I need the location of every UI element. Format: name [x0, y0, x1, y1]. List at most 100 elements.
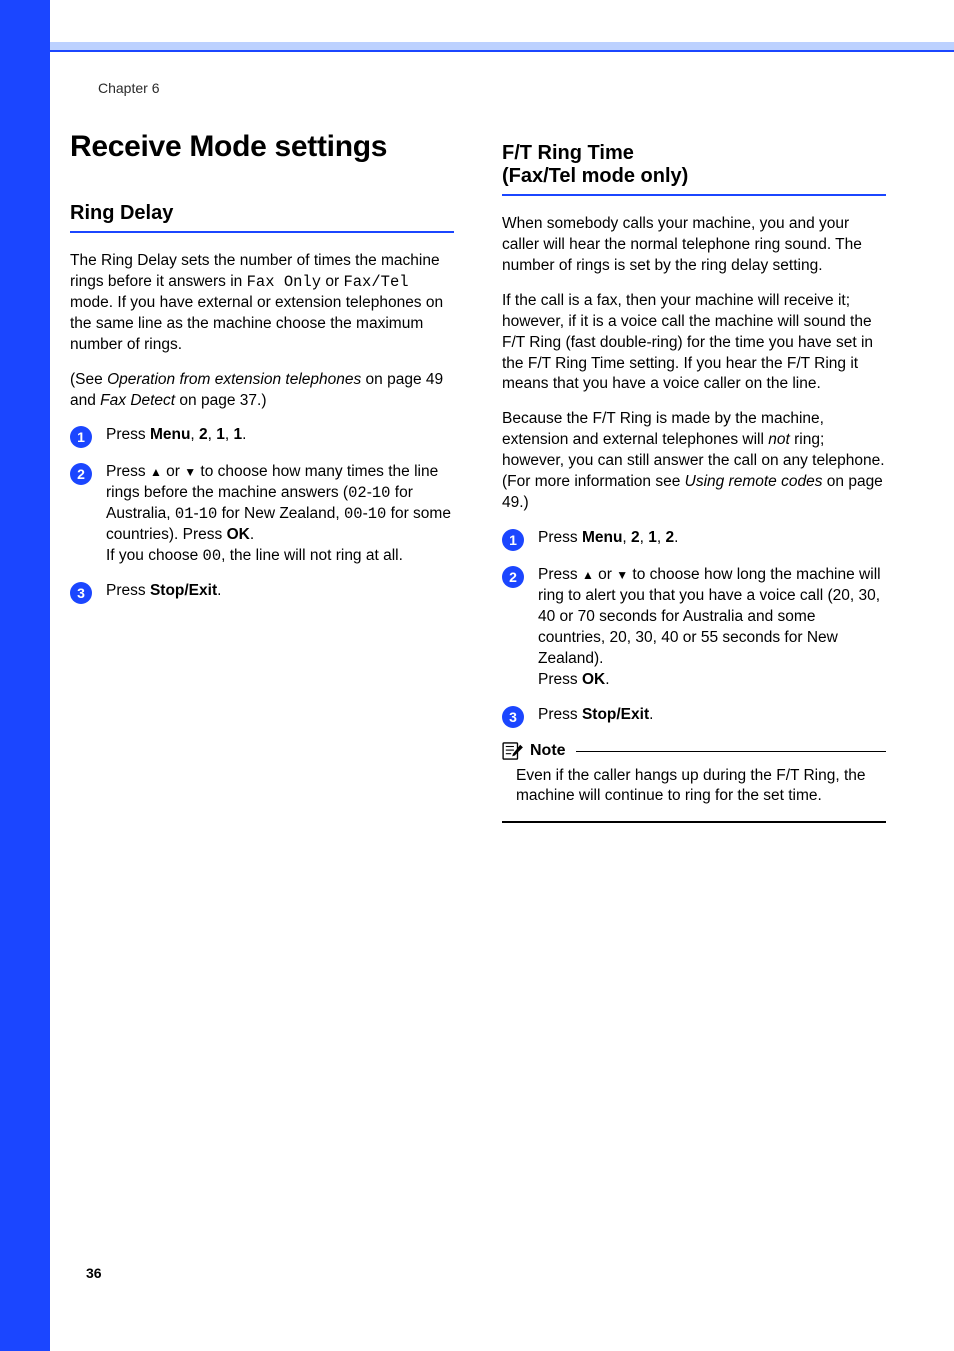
mono-text: 01	[175, 505, 194, 523]
step-body: Press ▲ or ▼ to choose how many times th…	[106, 462, 454, 567]
heading-line2: (Fax/Tel mode only)	[502, 165, 688, 187]
text: ,	[657, 529, 666, 546]
step-body: Press Stop/Exit.	[538, 705, 886, 726]
right-step-1: 1 Press Menu, 2, 1, 2.	[502, 528, 886, 551]
left-step-1: 1 Press Menu, 2, 1, 1.	[70, 425, 454, 448]
text: .	[605, 671, 609, 688]
section-rule	[70, 231, 454, 233]
key-digit: 2	[631, 529, 640, 546]
text: Press	[106, 463, 150, 480]
note-bottom-rule	[502, 821, 886, 823]
right-column: F/T Ring Time (Fax/Tel mode only) When s…	[502, 130, 886, 823]
text: ,	[640, 529, 649, 546]
step-body: Press Menu, 2, 1, 2.	[538, 528, 886, 549]
up-arrow-icon: ▲	[150, 465, 162, 479]
text: ,	[208, 426, 217, 443]
mono-text: 10	[368, 505, 387, 523]
key-digit: 1	[216, 426, 225, 443]
text: Press	[538, 566, 582, 583]
key-digit: 1	[234, 426, 243, 443]
text: .	[217, 582, 221, 599]
text: .	[250, 526, 254, 543]
right-step-3: 3 Press Stop/Exit.	[502, 705, 886, 728]
text: .	[674, 529, 678, 546]
content-columns: Receive Mode settings Ring Delay The Rin…	[70, 130, 886, 823]
mono-text: 10	[372, 484, 391, 502]
header-rule	[50, 50, 954, 52]
xref: Using remote codes	[685, 473, 823, 490]
section-ft-ring: F/T Ring Time (Fax/Tel mode only)	[502, 142, 886, 188]
text: Press	[538, 671, 582, 688]
step-badge-1: 1	[70, 426, 92, 448]
note-box: Note Even if the caller hangs up during …	[502, 742, 886, 823]
text: or	[162, 463, 184, 480]
mono-text: 00	[344, 505, 363, 523]
text: ,	[225, 426, 234, 443]
text: Press	[106, 582, 150, 599]
step-badge-2: 2	[502, 566, 524, 588]
text: ,	[622, 529, 631, 546]
key-digit: 1	[648, 529, 657, 546]
left-step-3: 3 Press Stop/Exit.	[70, 581, 454, 604]
text: for New Zealand,	[217, 505, 344, 522]
right-step-2: 2 Press ▲ or ▼ to choose how long the ma…	[502, 565, 886, 691]
text: , the line will not ring at all.	[221, 547, 403, 564]
step-body: Press ▲ or ▼ to choose how long the mach…	[538, 565, 886, 691]
text: or	[594, 566, 616, 583]
top-stripe	[50, 42, 954, 50]
emphasis: not	[768, 431, 790, 448]
step-body: Press Stop/Exit.	[106, 581, 454, 602]
ft-p2: If the call is a fax, then your machine …	[502, 291, 886, 396]
ft-p3: Because the F/T Ring is made by the mach…	[502, 409, 886, 514]
text: on page 37.)	[175, 392, 266, 409]
key-stop-exit: Stop/Exit	[150, 582, 217, 599]
mono-text: 02	[348, 484, 367, 502]
note-top-rule	[576, 751, 886, 753]
step-badge-3: 3	[70, 582, 92, 604]
ft-p1: When somebody calls your machine, you an…	[502, 214, 886, 277]
note-head: Note	[502, 742, 886, 760]
step-badge-2: 2	[70, 463, 92, 485]
text: Press	[106, 426, 150, 443]
mono-text: 00	[203, 547, 222, 565]
note-body: Even if the caller hangs up during the F…	[502, 766, 886, 808]
key-digit: 2	[666, 529, 675, 546]
xref: Operation from extension telephones	[107, 371, 361, 388]
key-digit: 2	[199, 426, 208, 443]
key-ok: OK	[227, 526, 250, 543]
down-arrow-icon: ▼	[616, 568, 628, 582]
text: Press	[538, 706, 582, 723]
ring-delay-p2: (See Operation from extension telephones…	[70, 370, 454, 412]
key-menu: Menu	[582, 529, 622, 546]
text: .	[649, 706, 653, 723]
mono-text: 10	[199, 505, 218, 523]
ring-delay-p1: The Ring Delay sets the number of times …	[70, 251, 454, 356]
chapter-label: Chapter 6	[98, 80, 159, 96]
left-step-2: 2 Press ▲ or ▼ to choose how many times …	[70, 462, 454, 567]
down-arrow-icon: ▼	[184, 465, 196, 479]
note-title: Note	[530, 742, 566, 760]
key-stop-exit: Stop/Exit	[582, 706, 649, 723]
section-rule	[502, 194, 886, 196]
key-menu: Menu	[150, 426, 190, 443]
text: If you choose	[106, 547, 203, 564]
text: .	[242, 426, 246, 443]
text: ,	[190, 426, 199, 443]
side-stripe	[0, 0, 50, 1351]
text: mode. If you have external or extension …	[70, 294, 443, 353]
heading-line1: F/T Ring Time	[502, 142, 634, 164]
text: Press	[538, 529, 582, 546]
text: (See	[70, 371, 107, 388]
step-body: Press Menu, 2, 1, 1.	[106, 425, 454, 446]
page-number: 36	[86, 1265, 102, 1281]
step-badge-3: 3	[502, 706, 524, 728]
step-badge-1: 1	[502, 529, 524, 551]
section-ring-delay: Ring Delay	[70, 202, 454, 225]
up-arrow-icon: ▲	[582, 568, 594, 582]
key-ok: OK	[582, 671, 605, 688]
page-title: Receive Mode settings	[70, 130, 454, 164]
text: or	[321, 273, 343, 290]
mono-text: Fax/Tel	[343, 273, 408, 291]
mono-text: Fax Only	[247, 273, 321, 291]
note-pencil-icon	[502, 742, 524, 760]
